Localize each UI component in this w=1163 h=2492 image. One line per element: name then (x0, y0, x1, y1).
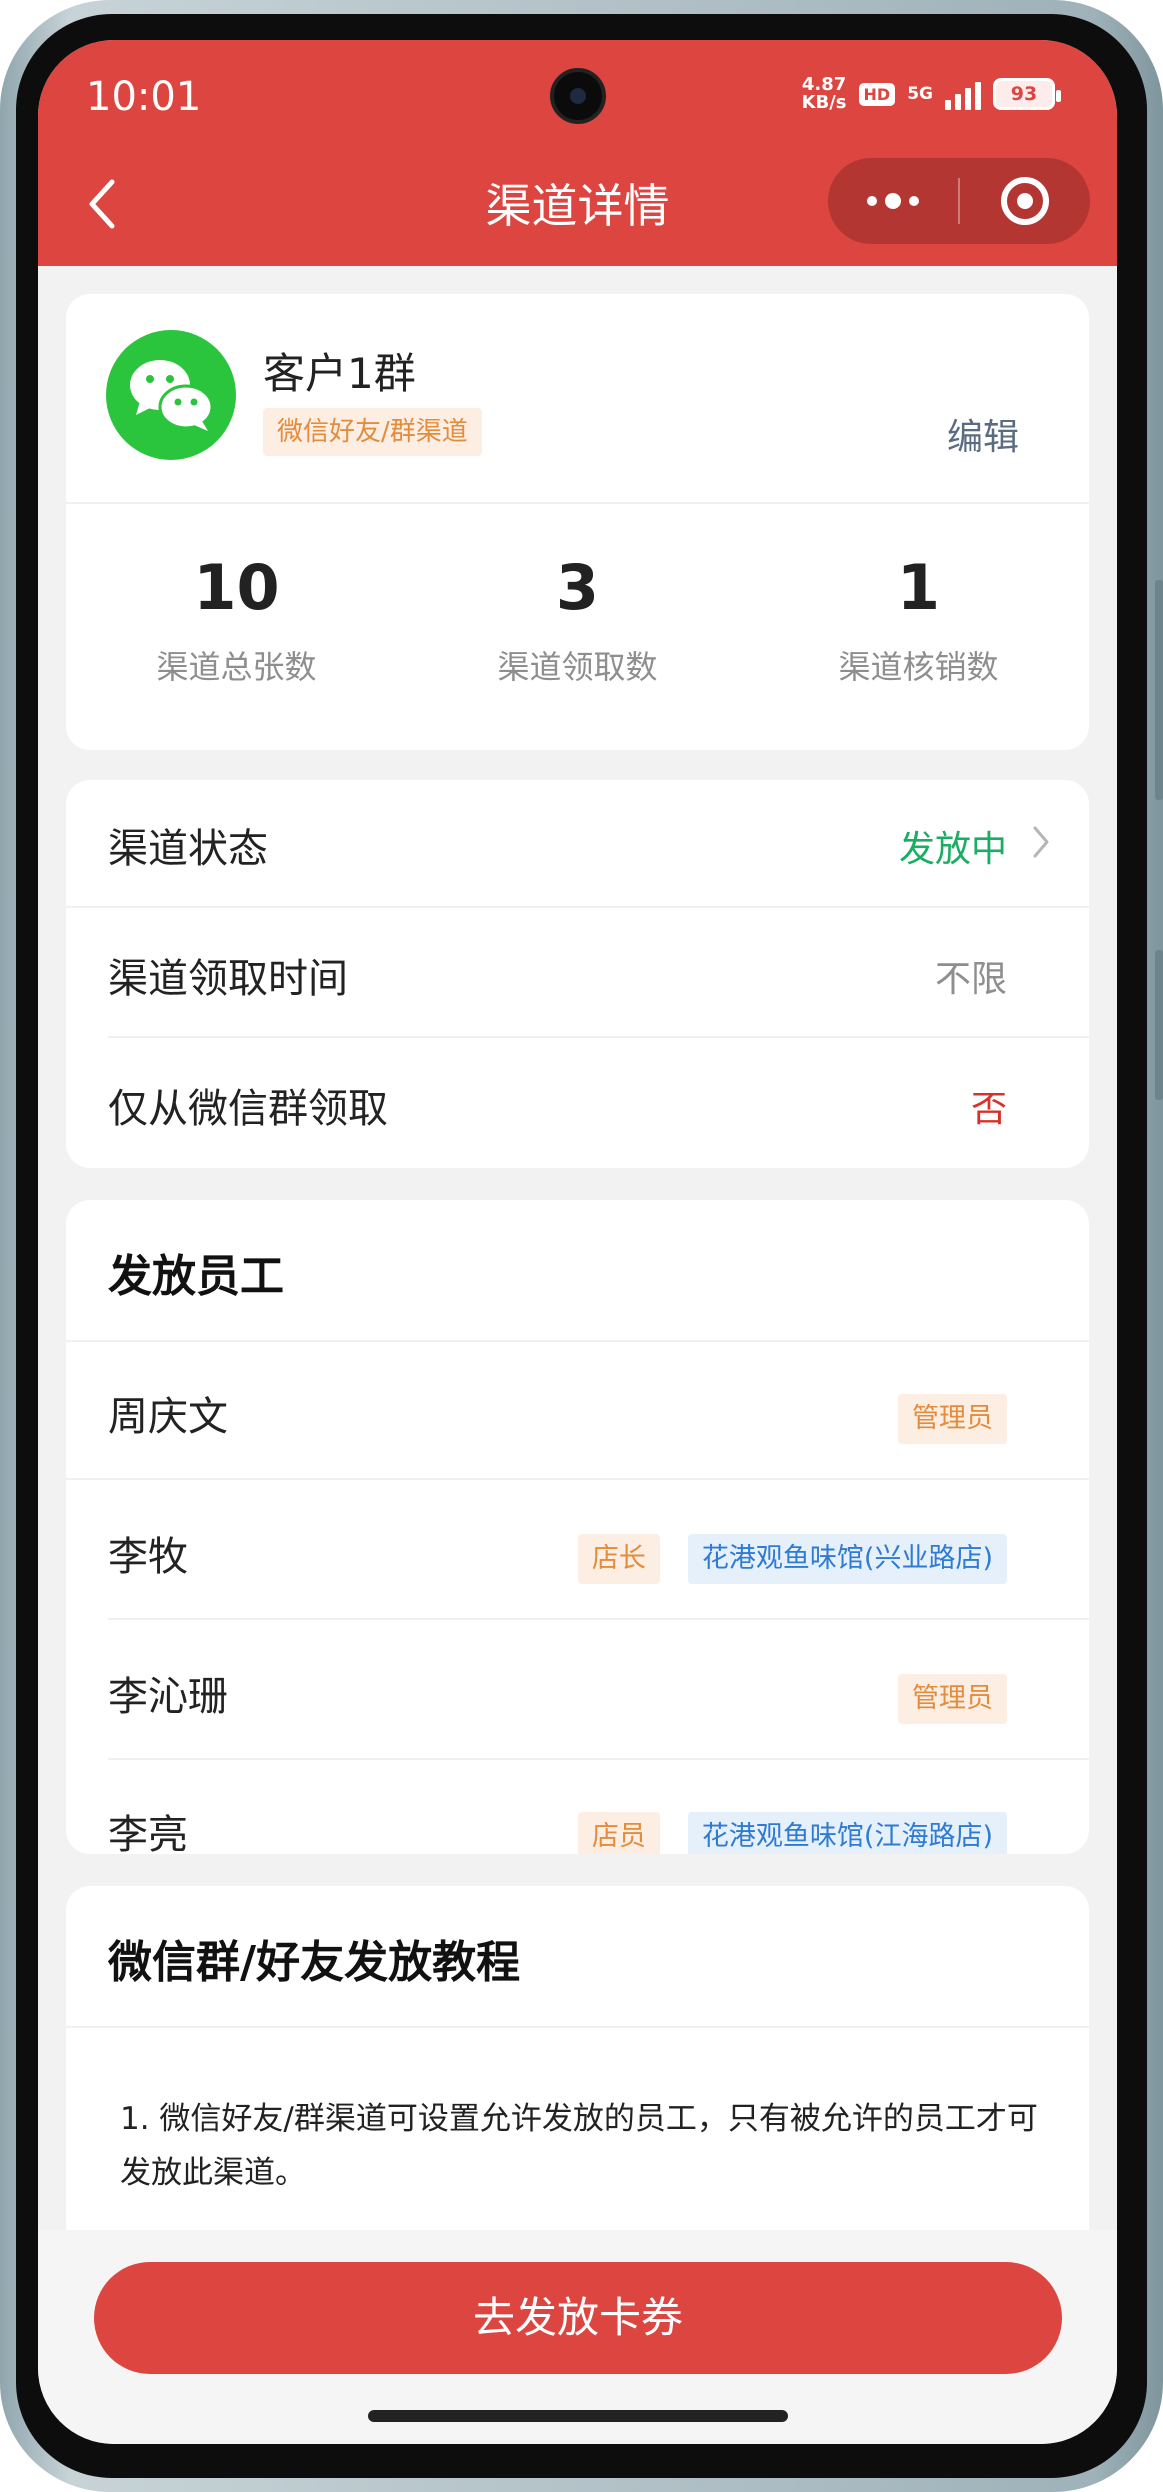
employee-tags: 店员 花港观鱼味馆(江海路店) (577, 1812, 1007, 1854)
stat-claimed: 3 渠道领取数 (407, 538, 748, 688)
stat-redeemed-value: 1 (896, 551, 941, 624)
distribute-coupon-button[interactable]: 去发放卡券 (94, 2262, 1062, 2374)
screen: 10:01 4.87 KB/s HD 5G 93 渠道详情 客户1群 微信好友/… (38, 40, 1117, 2444)
edit-button[interactable]: 编辑 (947, 408, 1019, 460)
employee-name: 李沁珊 (108, 1674, 228, 1720)
channel-summary-card: 客户1群 微信好友/群渠道 编辑 10 渠道总张数 3 渠道领取数 1 渠道核销… (66, 294, 1089, 750)
stat-total-value: 10 (193, 551, 280, 624)
wechat-icon (106, 330, 236, 460)
network-speed-unit: KB/s (801, 92, 847, 113)
role-badge: 管理员 (898, 1674, 1007, 1724)
store-badge: 花港观鱼味馆(江海路店) (687, 1812, 1007, 1854)
claim-time-row: 渠道领取时间 不限 (66, 910, 1089, 1038)
employees-card: 发放员工 周庆文 管理员 李牧 店长 花港观鱼味馆(兴业路店) 李沁珊 管理员 … (66, 1200, 1089, 1854)
divider (108, 1618, 1089, 1620)
employee-name: 李亮 (108, 1812, 188, 1854)
employee-tags: 店长 花港观鱼味馆(兴业路店) (577, 1534, 1007, 1584)
divider (66, 2026, 1089, 2028)
status-time: 10:01 (86, 74, 202, 120)
employees-title: 发放员工 (108, 1251, 284, 1302)
status-row[interactable]: 渠道状态 发放中 (66, 780, 1089, 908)
store-badge: 花港观鱼味馆(兴业路店) (687, 1534, 1007, 1584)
role-badge: 店员 (577, 1812, 660, 1854)
home-indicator[interactable] (368, 2410, 788, 2422)
signal-icon (945, 78, 981, 110)
more-dots-icon-center (885, 193, 901, 209)
claim-time-label: 渠道领取时间 (108, 956, 348, 1002)
employee-row: 李亮 店员 花港观鱼味馆(江海路店) (66, 1760, 1089, 1854)
employee-row: 周庆文 管理员 (66, 1342, 1089, 1480)
group-only-row: 仅从微信群领取 否 (66, 1040, 1089, 1168)
phone-frame: 10:01 4.87 KB/s HD 5G 93 渠道详情 客户1群 微信好友/… (0, 0, 1163, 2492)
close-miniprogram-button[interactable] (960, 158, 1090, 244)
stat-total: 10 渠道总张数 (66, 538, 407, 688)
power-button (1155, 950, 1163, 1100)
more-button[interactable] (828, 158, 958, 244)
channel-name: 客户1群 (263, 349, 416, 398)
stat-total-label: 渠道总张数 (156, 648, 317, 686)
tutorial-text: 1. 微信好友/群渠道可设置允许发放的员工，只有被允许的员工才可发放此渠道。 (120, 2101, 1038, 2191)
battery-icon: 93 (993, 78, 1061, 110)
channel-details-card: 渠道状态 发放中 渠道领取时间 不限 仅从微信群领取 否 (66, 780, 1089, 1168)
divider (108, 1036, 1089, 1038)
status-label: 渠道状态 (108, 826, 268, 872)
role-badge: 店长 (577, 1534, 660, 1584)
employee-tags: 管理员 (898, 1394, 1007, 1444)
more-dots-icon-right (909, 196, 919, 206)
employee-tags: 管理员 (898, 1674, 1007, 1724)
chevron-right-icon (1033, 826, 1049, 858)
status-icons: 4.87 KB/s HD 5G 93 (802, 76, 1061, 112)
more-dots-icon (867, 196, 877, 206)
target-icon (1001, 177, 1049, 225)
front-camera (550, 68, 606, 124)
channel-type-badge: 微信好友/群渠道 (263, 408, 482, 456)
divider (66, 1478, 1089, 1480)
stat-redeemed-label: 渠道核销数 (838, 648, 999, 686)
employee-name: 周庆文 (108, 1394, 228, 1440)
hd-icon: HD (858, 82, 896, 106)
channel-stats: 10 渠道总张数 3 渠道领取数 1 渠道核销数 (66, 538, 1089, 688)
header: 10:01 4.87 KB/s HD 5G 93 渠道详情 (38, 40, 1117, 266)
status-value: 发放中 (898, 829, 1007, 870)
role-badge: 管理员 (898, 1394, 1007, 1444)
claim-time-value: 不限 (934, 959, 1007, 1000)
divider (66, 502, 1089, 504)
stat-claimed-label: 渠道领取数 (497, 648, 658, 686)
wechat-bubbles-icon (130, 360, 214, 431)
group-only-label: 仅从微信群领取 (108, 1086, 388, 1132)
stat-redeemed: 1 渠道核销数 (748, 538, 1089, 688)
network-speed: 4.87 KB/s (802, 76, 847, 112)
stat-claimed-value: 3 (555, 551, 600, 624)
divider (66, 906, 1089, 908)
5g-icon: 5G (907, 84, 933, 104)
volume-button (1155, 580, 1163, 800)
employee-name: 李牧 (108, 1534, 188, 1580)
mini-program-capsule (828, 158, 1090, 244)
employee-row: 李牧 店长 花港观鱼味馆(兴业路店) (66, 1482, 1089, 1620)
employee-row: 李沁珊 管理员 (66, 1622, 1089, 1760)
group-only-value: 否 (970, 1089, 1007, 1130)
tutorial-title: 微信群/好友发放教程 (108, 1937, 521, 1988)
